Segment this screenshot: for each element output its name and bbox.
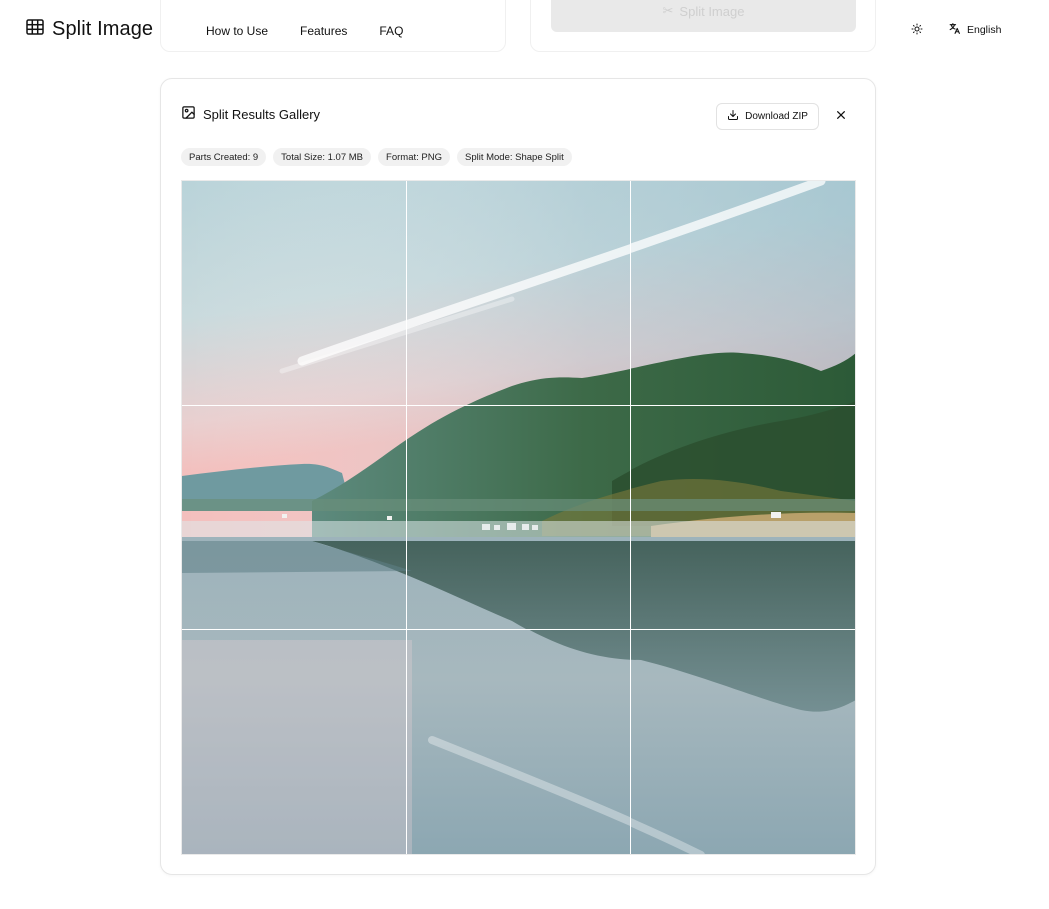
translate-icon: [948, 22, 961, 38]
download-zip-label: Download ZIP: [745, 111, 808, 122]
split-part-image: [406, 630, 631, 854]
badge-format: Format: PNG: [378, 148, 450, 166]
grid-icon: [26, 19, 44, 40]
split-results-gallery: Split Results Gallery Download ZIP Parts…: [160, 78, 876, 875]
split-part-image: [631, 405, 855, 630]
logo[interactable]: Split Image: [26, 18, 153, 41]
split-part-tile[interactable]: [406, 405, 631, 630]
gallery-title: Split Results Gallery: [203, 106, 321, 122]
split-part-image: [182, 630, 406, 854]
split-part-tile[interactable]: [406, 630, 631, 854]
split-part-image: [631, 630, 855, 854]
nav-how-to-use[interactable]: How to Use: [206, 24, 268, 38]
language-selector[interactable]: English: [948, 22, 1001, 38]
split-part-tile[interactable]: [631, 405, 855, 630]
nav-features[interactable]: Features: [300, 24, 347, 38]
app-name: Split Image: [52, 18, 154, 40]
split-part-tile[interactable]: [406, 181, 631, 405]
badge-parts-created: Parts Created: 9: [181, 148, 267, 166]
badge-split-mode: Split Mode: Shape Split: [456, 148, 572, 166]
nav-faq[interactable]: FAQ: [379, 24, 403, 38]
split-part-image: [406, 181, 631, 405]
image-icon: [181, 105, 196, 123]
download-icon: [727, 109, 739, 124]
split-part-image: [182, 181, 406, 405]
split-part-tile[interactable]: [631, 630, 855, 854]
sun-icon: [911, 22, 923, 40]
stats-badges: Parts Created: 9 Total Size: 1.07 MB For…: [181, 148, 572, 166]
split-part-image: [406, 405, 631, 630]
split-part-tile[interactable]: [182, 405, 406, 630]
close-icon: [836, 107, 846, 125]
header: Split Image How to Use Features FAQ Engl…: [0, 0, 1049, 62]
badge-total-size: Total Size: 1.07 MB: [273, 148, 372, 166]
split-part-image: [182, 405, 406, 630]
split-part-tile[interactable]: [182, 630, 406, 854]
main-nav: How to Use Features FAQ: [206, 24, 403, 38]
split-part-image: [631, 181, 855, 405]
theme-toggle-button[interactable]: [908, 22, 926, 40]
split-part-tile[interactable]: [631, 181, 855, 405]
close-button[interactable]: [833, 108, 849, 124]
download-zip-button[interactable]: Download ZIP: [716, 103, 819, 130]
language-label: English: [967, 24, 1002, 36]
split-parts-grid: [181, 180, 856, 855]
split-part-tile[interactable]: [182, 181, 406, 405]
gallery-header: Split Results Gallery: [181, 105, 320, 123]
